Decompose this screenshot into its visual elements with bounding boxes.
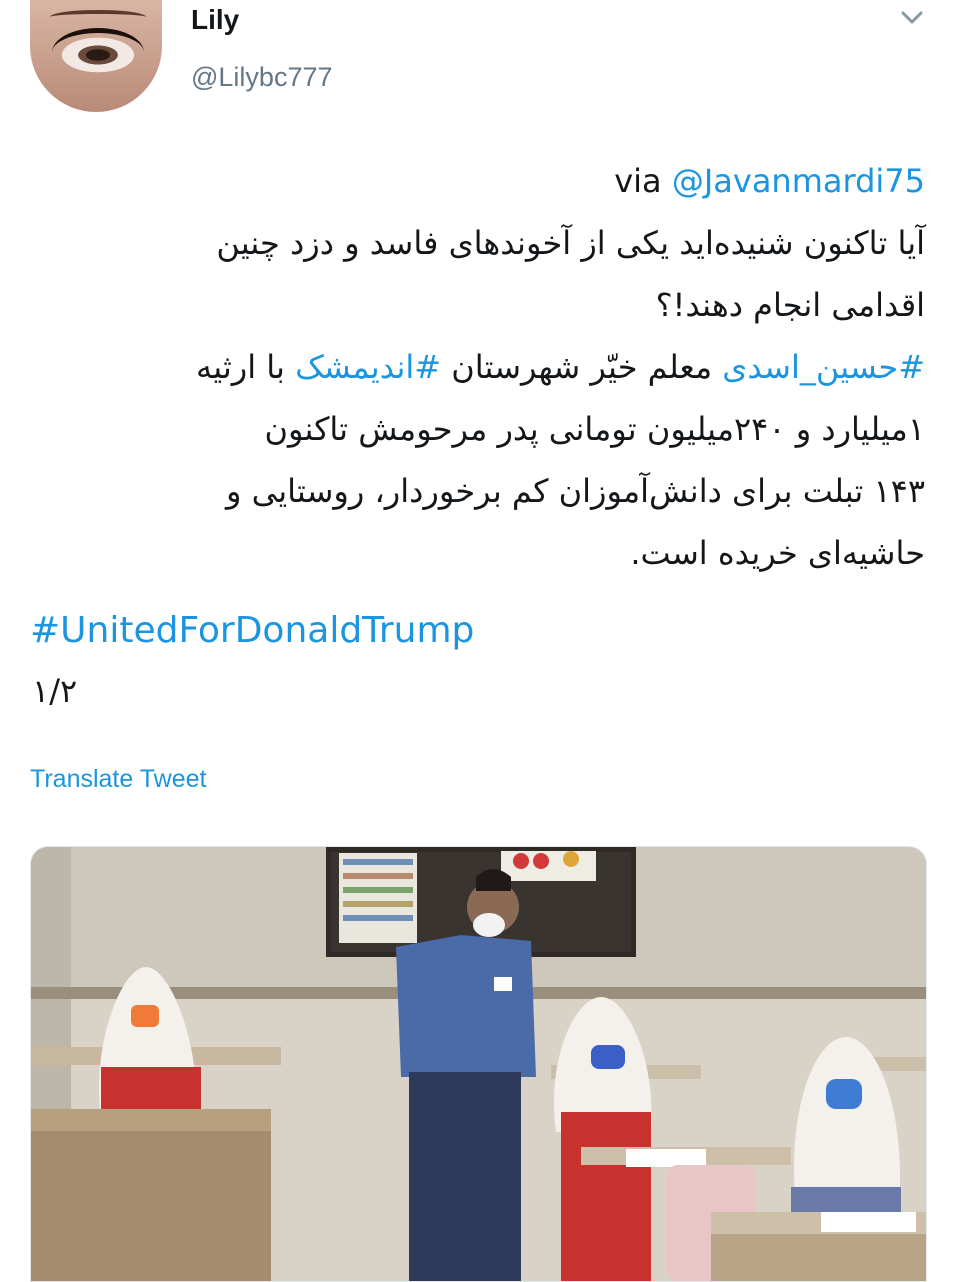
- tweet-photo[interactable]: [30, 846, 927, 1282]
- translate-tweet-link[interactable]: Translate Tweet: [30, 765, 206, 794]
- hashtag-link-andimeshk[interactable]: #اندیمشک: [295, 348, 441, 386]
- poster-fruit: [533, 853, 549, 869]
- tweet-line-2: اقدامی انجام دهند!؟: [655, 286, 925, 324]
- poster-stripe: [343, 887, 413, 893]
- via-mention-link[interactable]: @Javanmardi75: [672, 162, 925, 200]
- tweet-line-5: ۱۴۳ تبلت برای دانش‌آموزان کم برخوردار، ر…: [225, 472, 925, 510]
- user-handle[interactable]: @Lilybc777: [191, 62, 333, 93]
- teacher-trousers: [409, 1072, 521, 1281]
- tweet-line-3-end: با ارثیه: [196, 348, 296, 386]
- tweet-line-6: حاشیه‌ای خریده است.: [630, 534, 925, 572]
- girl-middle-mask: [591, 1045, 625, 1069]
- girl-right-mask: [826, 1079, 862, 1109]
- hashtag-link-united-for-donald-trump[interactable]: #UnitedForDonaldTrump: [30, 610, 474, 651]
- avatar-brow: [50, 10, 146, 24]
- avatar[interactable]: [30, 0, 162, 112]
- desk-front-right-paper: [821, 1212, 916, 1232]
- avatar-eye: [52, 28, 144, 77]
- poster-fruit: [513, 853, 529, 869]
- desk-front-left-body: [31, 1131, 271, 1281]
- poster-stripe: [343, 901, 413, 907]
- tweet-line-3-mid: معلم خیّر شهرستان: [441, 348, 723, 386]
- tweet-line-4: ۱میلیارد و ۲۴۰میلیون تومانی پدر مرحومش ت…: [264, 410, 926, 448]
- poster-stripe: [343, 859, 413, 865]
- desk-front-left: [31, 1109, 271, 1131]
- poster-fruit: [563, 851, 579, 867]
- teacher-shirt: [396, 935, 536, 1077]
- girl-middle-uniform: [561, 1112, 651, 1281]
- girl-left-mask: [131, 1005, 159, 1027]
- tweet-line-3: #حسین_اسدی معلم خیّر شهرستان #اندیمشک با…: [30, 336, 925, 398]
- teacher-mask: [473, 913, 505, 937]
- via-prefix: via: [614, 162, 672, 200]
- chevron-down-icon[interactable]: [900, 10, 924, 26]
- poster-alphabet: [339, 853, 417, 943]
- poster-stripe: [343, 873, 413, 879]
- desk-middle-paper: [626, 1149, 706, 1167]
- tweet-text: via @Javanmardi75 آیا تاکنون شنیده‌اید ی…: [30, 150, 925, 584]
- display-name[interactable]: Lily: [191, 4, 239, 36]
- poster-stripe: [343, 915, 413, 921]
- teacher-pocket-paper: [494, 977, 512, 991]
- tweet-line-1: آیا تاکنون شنیده‌اید یکی از آخوندهای فاس…: [216, 224, 925, 262]
- hashtag-link-hossein-asadi[interactable]: #حسین_اسدی: [722, 348, 925, 386]
- thread-counter: ۱/۲: [32, 672, 78, 710]
- desk-front-right-body: [711, 1234, 926, 1281]
- via-line: via @Javanmardi75: [30, 150, 925, 212]
